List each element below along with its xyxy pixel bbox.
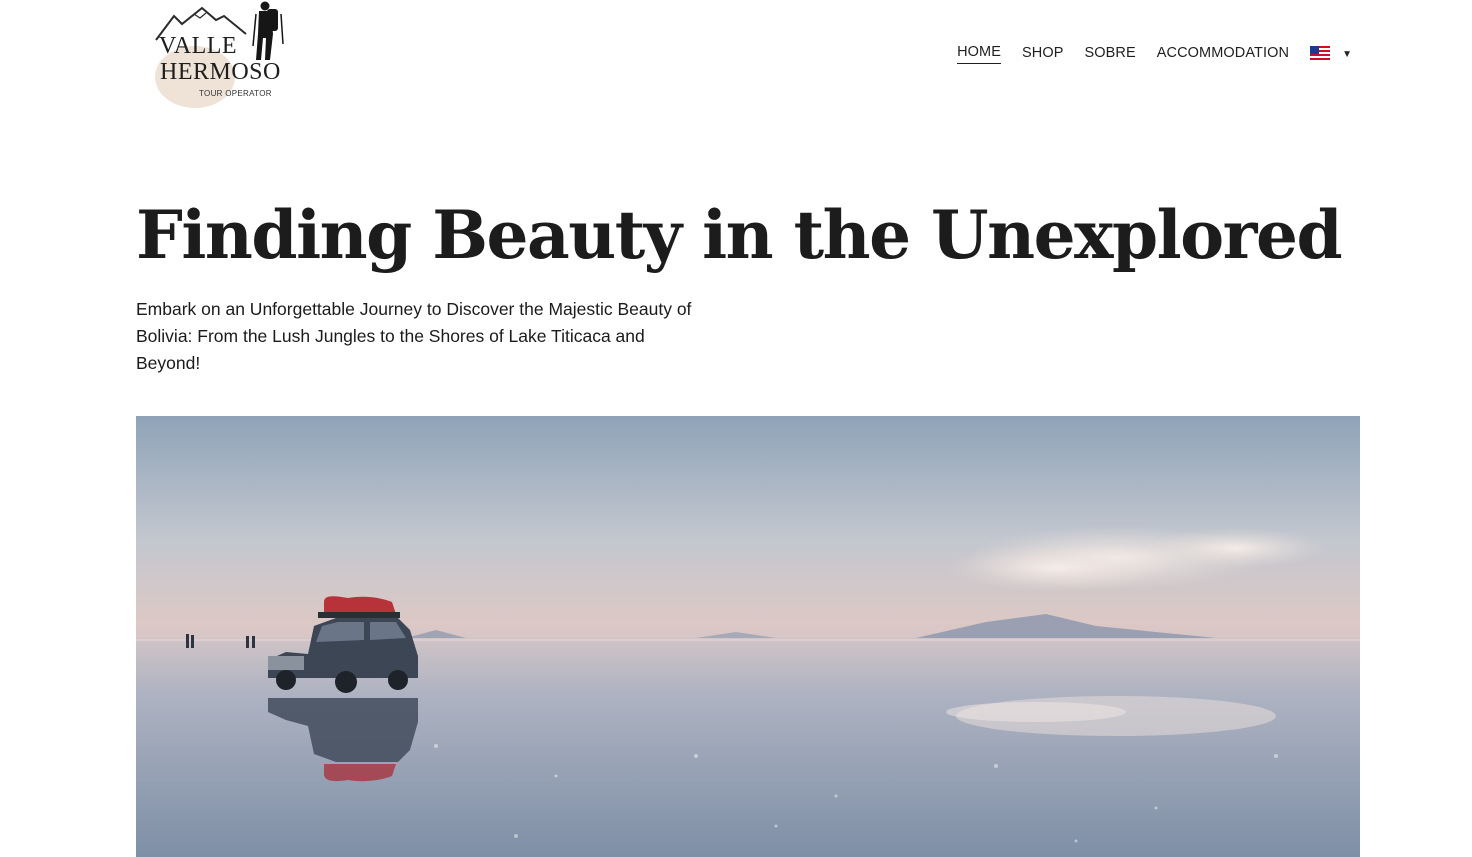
nav-shop[interactable]: SHOP [1022, 45, 1064, 64]
nav-accommodation[interactable]: ACCOMMODATION [1157, 45, 1289, 64]
nav-home[interactable]: HOME [957, 44, 1001, 64]
hiker-icon [252, 1, 284, 60]
language-selector[interactable]: ▼ [1310, 46, 1352, 60]
main-nav: HOME SHOP SOBRE ACCOMMODATION ▼ [936, 44, 1352, 64]
hero-image [136, 416, 1360, 857]
us-flag-icon [1310, 46, 1331, 60]
chevron-down-icon: ▼ [1342, 48, 1352, 60]
logo-text-line1: VALLE [159, 33, 238, 59]
nav-sobre[interactable]: SOBRE [1084, 45, 1135, 64]
page-title: Finding Beauty in the Unexplored [136, 196, 1343, 274]
site-logo[interactable]: VALLE HERMOSO TOUR OPERATOR [150, 0, 300, 110]
logo-text-line2: HERMOSO [160, 59, 281, 85]
logo-tagline: TOUR OPERATOR [199, 89, 272, 98]
page-subtitle: Embark on an Unforgettable Journey to Di… [136, 299, 692, 373]
